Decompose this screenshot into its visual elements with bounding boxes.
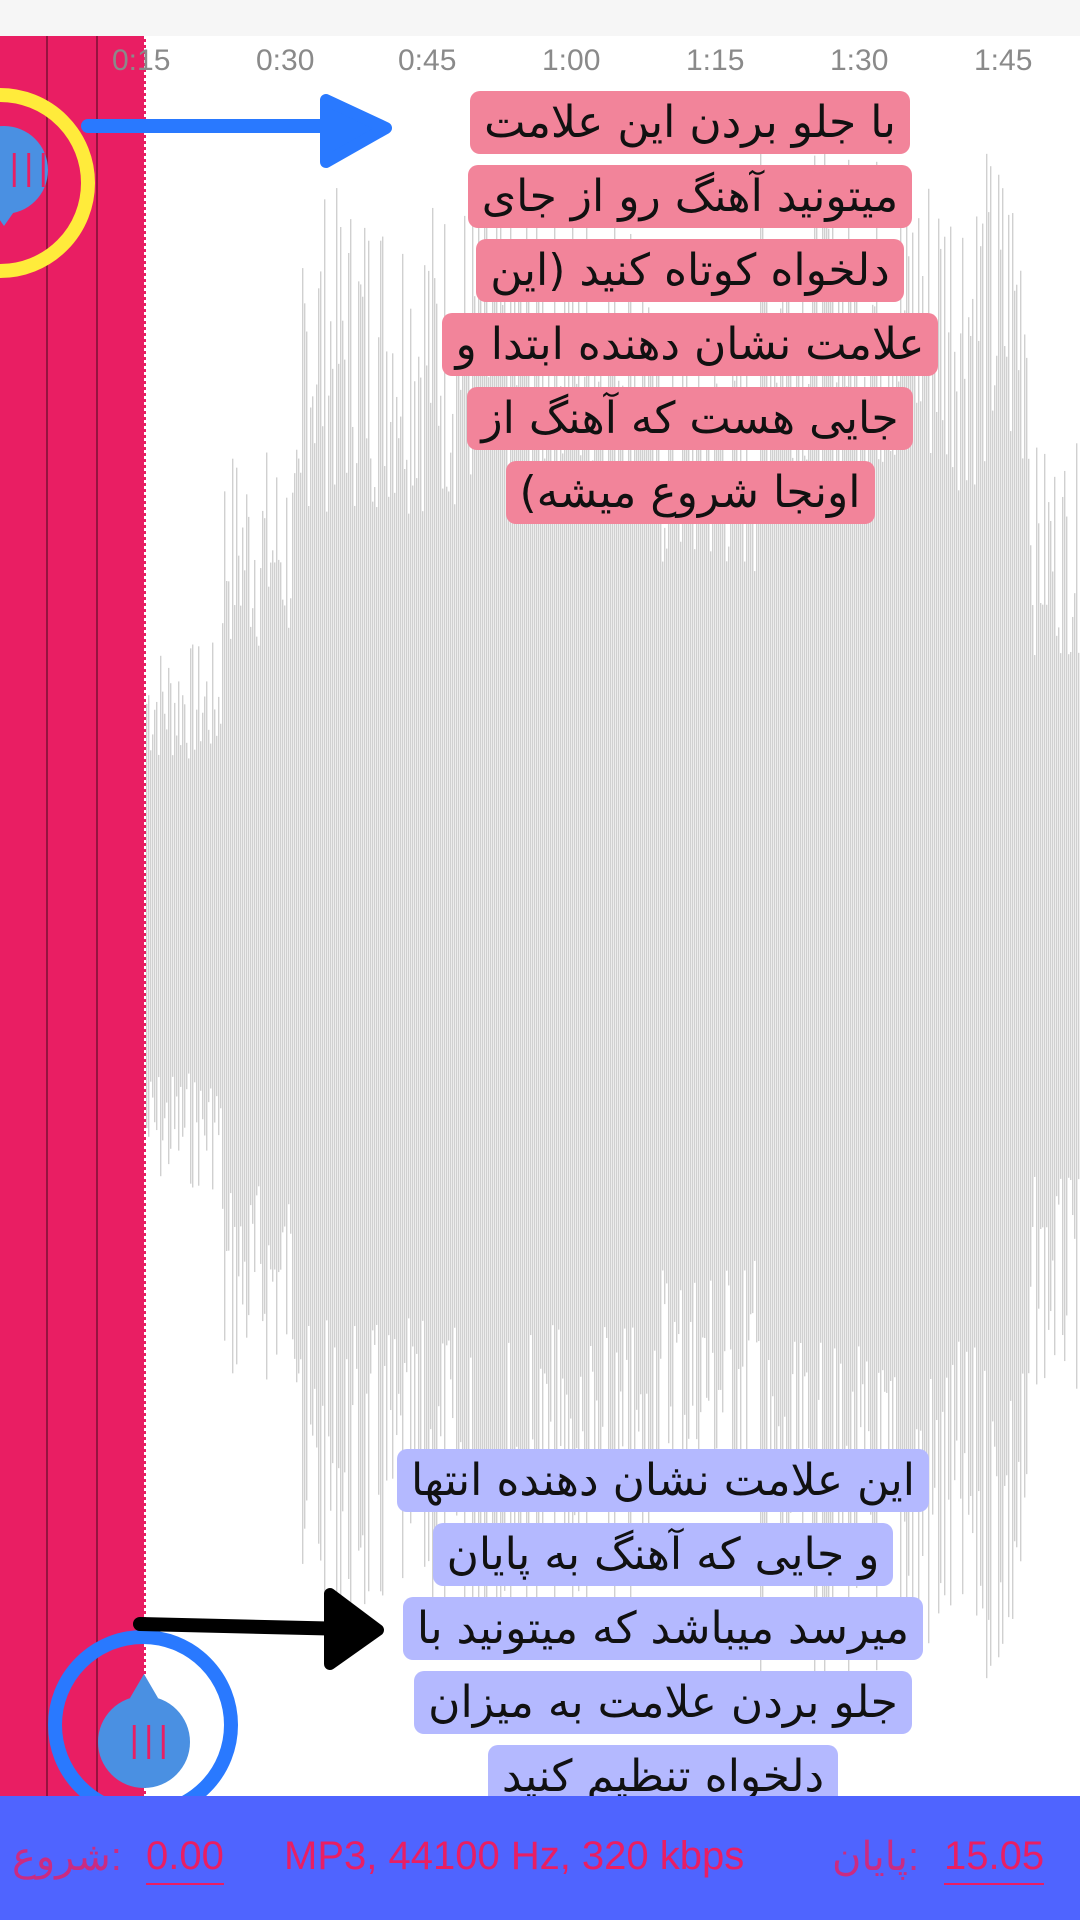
callout-line: میرسد میباشد که میتونید با bbox=[402, 1597, 924, 1660]
callout-line: میتونید آهنگ رو از جای bbox=[467, 165, 913, 228]
callout-line: جلو بردن علامت به میزان bbox=[414, 1671, 912, 1734]
callout-line: با جلو بردن این علامت bbox=[470, 91, 910, 154]
callout-line: علامت نشان دهنده ابتدا و bbox=[441, 313, 939, 376]
callout-line: و جایی که آهنگ به پایان bbox=[432, 1523, 894, 1586]
start-label: شروع: bbox=[12, 1835, 122, 1879]
callout-line: جایی هست که آهنگ از bbox=[467, 387, 913, 450]
top-bar bbox=[0, 0, 1080, 36]
info-footer: شروع: 0.00 MP3, 44100 Hz, 320 kbps پایان… bbox=[0, 1796, 1080, 1920]
callout-line: دلخواه کوتاه کنید (این bbox=[476, 239, 904, 302]
arrow-right-icon bbox=[81, 94, 392, 168]
end-label: پایان: bbox=[832, 1835, 920, 1879]
audio-format-info: MP3, 44100 Hz, 320 kbps bbox=[284, 1834, 745, 1878]
start-time-field[interactable]: 0.00 bbox=[146, 1834, 224, 1885]
waveform-timeline[interactable]: 0:15 0:30 0:45 1:00 1:15 1:30 1:45 ||| |… bbox=[0, 36, 1080, 1796]
arrow-right-icon bbox=[133, 1588, 384, 1670]
callout-line: اونجا شروع میشه) bbox=[505, 461, 875, 524]
callout-line: دلخواه تنظیم کنید bbox=[487, 1745, 839, 1796]
start-handle-callout: با جلو بردن این علامت میتونید آهنگ رو از… bbox=[390, 86, 990, 530]
callout-line: این علامت نشان دهنده انتها bbox=[396, 1449, 930, 1512]
end-time-field[interactable]: 15.05 bbox=[944, 1834, 1045, 1885]
end-handle-callout: این علامت نشان دهنده انتها و جایی که آهن… bbox=[368, 1444, 958, 1796]
